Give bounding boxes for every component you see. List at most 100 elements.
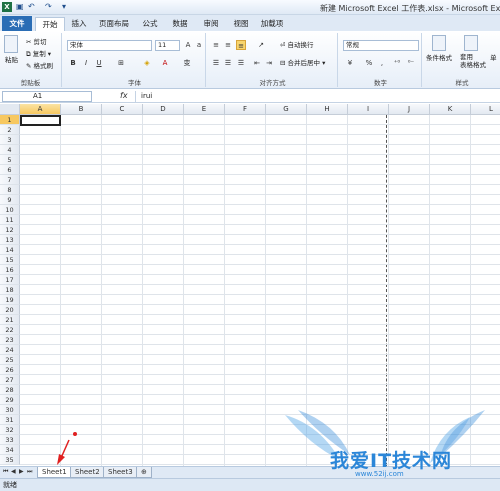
row-header-4[interactable]: 4: [0, 145, 20, 155]
row-header-12[interactable]: 12: [0, 225, 20, 235]
align-bottom-icon[interactable]: ≡: [236, 40, 246, 50]
save-icon[interactable]: ▣: [16, 2, 24, 12]
increase-indent-icon[interactable]: ⇥: [264, 58, 274, 68]
tab-data[interactable]: 数据: [166, 17, 194, 31]
row-header-15[interactable]: 15: [0, 255, 20, 265]
increase-decimal-icon[interactable]: ⁺⁰: [392, 58, 402, 68]
paste-button[interactable]: 粘贴: [5, 55, 18, 65]
fx-icon[interactable]: fx: [120, 91, 128, 100]
row-header-26[interactable]: 26: [0, 365, 20, 375]
row-header-33[interactable]: 33: [0, 435, 20, 445]
format-table-button[interactable]: 套用 表格格式: [460, 53, 486, 69]
row-header-1[interactable]: 1: [0, 115, 20, 125]
row-header-20[interactable]: 20: [0, 305, 20, 315]
paste-icon[interactable]: [4, 35, 18, 53]
row-header-9[interactable]: 9: [0, 195, 20, 205]
cut-button[interactable]: ✂ 剪切: [26, 37, 47, 47]
format-painter-button[interactable]: ✎ 格式刷: [26, 61, 53, 71]
grow-font-icon[interactable]: A: [183, 40, 193, 50]
row-header-27[interactable]: 27: [0, 375, 20, 385]
font-color-icon[interactable]: A: [160, 58, 170, 68]
formula-input[interactable]: irui: [135, 91, 498, 102]
row-header-35[interactable]: 35: [0, 455, 20, 465]
comma-button[interactable]: ,: [377, 58, 387, 68]
name-box[interactable]: A1: [2, 91, 92, 102]
copy-button[interactable]: ⧉ 复制 ▾: [26, 49, 51, 59]
decrease-indent-icon[interactable]: ⇤: [252, 58, 262, 68]
row-header-6[interactable]: 6: [0, 165, 20, 175]
tab-insert[interactable]: 插入: [67, 17, 91, 31]
column-header-l[interactable]: L: [471, 104, 500, 115]
row-header-11[interactable]: 11: [0, 215, 20, 225]
number-format-combo[interactable]: 常规: [343, 40, 419, 51]
row-header-30[interactable]: 30: [0, 405, 20, 415]
row-header-13[interactable]: 13: [0, 235, 20, 245]
percent-button[interactable]: %: [364, 58, 374, 68]
decrease-decimal-icon[interactable]: ⁰⁻: [406, 58, 416, 68]
row-header-21[interactable]: 21: [0, 315, 20, 325]
align-right-icon[interactable]: ☰: [236, 58, 246, 68]
underline-button[interactable]: U: [94, 58, 104, 68]
row-header-10[interactable]: 10: [0, 205, 20, 215]
align-center-icon[interactable]: ☰: [223, 58, 233, 68]
align-top-icon[interactable]: ≡: [211, 40, 221, 50]
shrink-font-icon[interactable]: a: [194, 40, 204, 50]
prev-sheet-icon[interactable]: ◀: [11, 468, 16, 475]
row-header-16[interactable]: 16: [0, 265, 20, 275]
wrap-text-button[interactable]: ⏎ 自动换行: [280, 40, 314, 50]
row-header-18[interactable]: 18: [0, 285, 20, 295]
tab-view[interactable]: 视图: [228, 17, 254, 31]
row-header-14[interactable]: 14: [0, 245, 20, 255]
cell-styles-button[interactable]: 单: [490, 53, 497, 63]
tab-addins[interactable]: 加载项: [257, 17, 287, 31]
excel-app-icon[interactable]: X: [2, 2, 12, 12]
italic-button[interactable]: I: [81, 58, 91, 68]
undo-icon[interactable]: ↶: [28, 2, 35, 12]
font-size-combo[interactable]: 11: [155, 40, 180, 51]
select-all-corner[interactable]: [0, 104, 20, 115]
row-header-23[interactable]: 23: [0, 335, 20, 345]
row-header-5[interactable]: 5: [0, 155, 20, 165]
row-header-24[interactable]: 24: [0, 345, 20, 355]
column-header-e[interactable]: E: [184, 104, 225, 115]
orientation-icon[interactable]: ↗: [256, 40, 266, 50]
column-header-c[interactable]: C: [102, 104, 143, 115]
font-name-combo[interactable]: 宋体: [67, 40, 152, 51]
align-left-icon[interactable]: ☰: [211, 58, 221, 68]
active-cell[interactable]: [20, 115, 61, 126]
redo-icon[interactable]: ↷: [45, 2, 52, 12]
tab-file[interactable]: 文件: [2, 16, 32, 31]
fill-color-icon[interactable]: ◈: [142, 58, 152, 68]
row-header-2[interactable]: 2: [0, 125, 20, 135]
column-header-j[interactable]: J: [389, 104, 430, 115]
bold-button[interactable]: B: [68, 58, 78, 68]
row-header-29[interactable]: 29: [0, 395, 20, 405]
row-header-7[interactable]: 7: [0, 175, 20, 185]
column-header-i[interactable]: I: [348, 104, 389, 115]
tab-review[interactable]: 审阅: [197, 17, 225, 31]
row-header-28[interactable]: 28: [0, 385, 20, 395]
row-header-8[interactable]: 8: [0, 185, 20, 195]
column-header-k[interactable]: K: [430, 104, 471, 115]
tab-formulas[interactable]: 公式: [138, 17, 162, 31]
last-sheet-icon[interactable]: ⏭: [27, 468, 32, 476]
column-header-g[interactable]: G: [266, 104, 307, 115]
row-header-25[interactable]: 25: [0, 355, 20, 365]
border-icon[interactable]: ⊞: [116, 58, 126, 68]
currency-icon[interactable]: ¥: [345, 58, 355, 68]
column-header-a[interactable]: A: [20, 104, 61, 115]
row-header-32[interactable]: 32: [0, 425, 20, 435]
next-sheet-icon[interactable]: ▶: [19, 468, 24, 475]
column-header-d[interactable]: D: [143, 104, 184, 115]
merge-center-button[interactable]: ⊟ 合并后居中 ▾: [280, 58, 325, 68]
phonetic-icon[interactable]: 变: [182, 58, 192, 68]
row-header-34[interactable]: 34: [0, 445, 20, 455]
row-header-22[interactable]: 22: [0, 325, 20, 335]
tab-home[interactable]: 开始: [35, 17, 65, 31]
column-header-h[interactable]: H: [307, 104, 348, 115]
column-header-f[interactable]: F: [225, 104, 266, 115]
column-header-b[interactable]: B: [61, 104, 102, 115]
conditional-format-button[interactable]: 条件格式: [426, 53, 452, 63]
customize-icon[interactable]: ▾: [62, 2, 66, 12]
tab-page-layout[interactable]: 页面布局: [94, 17, 134, 31]
